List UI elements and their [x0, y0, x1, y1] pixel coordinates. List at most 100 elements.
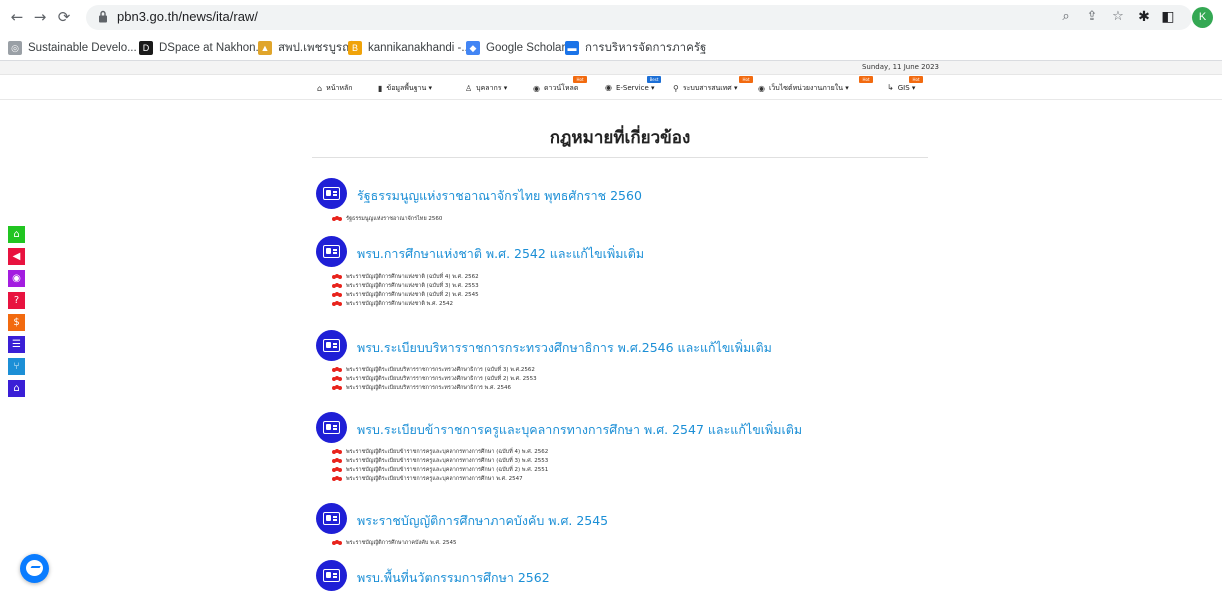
id-card-icon	[316, 503, 347, 534]
network-icon: ⚲	[673, 84, 679, 93]
section-title[interactable]: พรบ.การศึกษาแห่งชาติ พ.ศ. 2542 และแก้ไขเ…	[357, 244, 644, 264]
temple-icon: ▲	[258, 41, 272, 55]
document-link[interactable]: พระราชบัญญัติระเบียบข้าราชการครูและบุคลา…	[332, 475, 523, 483]
nav-item-eservice[interactable]: Best ◉ E-Service ▾	[605, 76, 661, 92]
id-card-icon	[316, 330, 347, 361]
gov-icon: ▬	[565, 41, 579, 55]
document-people-icon	[332, 301, 342, 307]
document-link[interactable]: พระราชบัญญัติระเบียบข้าราชการครูและบุคลา…	[332, 466, 548, 474]
document-link[interactable]: พระราชบัญญัติระเบียบข้าราชการครูและบุคลา…	[332, 448, 548, 456]
document-people-icon	[332, 376, 342, 382]
hot-badge: Hot	[859, 76, 873, 83]
document-link[interactable]: พระราชบัญญัติการศึกษาแห่งชาติ (ฉบับที่ 2…	[332, 291, 479, 299]
bookmark-item[interactable]: ▬ การบริหารจัดการภาครัฐ	[565, 39, 706, 57]
hot-badge: Hot	[739, 76, 753, 83]
page-title: กฎหมายที่เกี่ยวข้อง	[549, 128, 691, 148]
dollar-icon[interactable]: $	[8, 314, 25, 331]
lock-icon	[99, 10, 107, 23]
url-text[interactable]: pbn3.go.th/news/ita/raw/	[117, 9, 258, 24]
hot-badge: Hot	[573, 76, 587, 83]
bookmark-item[interactable]: ◆ Google Scholar	[466, 39, 565, 57]
nav-item-information-system[interactable]: Hot ⚲ ระบบสารสนเทศ ▾	[673, 76, 753, 94]
nav-item-personnel[interactable]: ♙ บุคลากร ▾	[465, 83, 507, 94]
document-people-icon	[332, 458, 342, 464]
map-pin-icon: ↳	[887, 83, 894, 92]
id-card-icon	[316, 412, 347, 443]
document-people-icon	[332, 449, 342, 455]
section-title[interactable]: พรบ.พื้นที่นวัตกรรมการศึกษา 2562	[357, 568, 550, 588]
bookmark-star-icon[interactable]: ☆	[1110, 9, 1126, 25]
back-icon[interactable]: ←	[8, 8, 26, 26]
messenger-icon	[26, 560, 43, 576]
nav-item-download[interactable]: Hot ◉ ดาวน์โหลด	[533, 76, 587, 94]
megaphone-icon[interactable]: ◀	[8, 248, 25, 265]
home-icon: ⌂	[317, 84, 323, 93]
bookmark-item[interactable]: D DSpace at Nakhon...	[139, 39, 265, 57]
un-globe-icon: ◎	[8, 41, 22, 55]
building-icon[interactable]: ⌂	[8, 380, 25, 397]
extensions-puzzle-icon[interactable]: ✱	[1136, 9, 1152, 25]
side-panel-icon[interactable]: ◧	[1160, 9, 1176, 25]
document-link[interactable]: พระราชบัญญัติระเบียบบริหารราชการกระทรวงศ…	[332, 384, 511, 392]
question-icon[interactable]: ?	[8, 292, 25, 309]
person-icon: ♙	[465, 84, 473, 93]
bookmark-item[interactable]: ▲ สพป.เพชรบูรณ์	[258, 39, 353, 57]
id-card-icon	[316, 560, 347, 591]
section-title[interactable]: พรบ.ระเบียบข้าราชการครูและบุคลากรทางการศ…	[357, 420, 802, 440]
site-date: Sunday, 11 June 2023	[861, 63, 939, 71]
nav-item-internal-sites[interactable]: Hot ◉ เว็บไซต์หน่วยงานภายใน ▾	[758, 76, 873, 94]
scholar-icon: ◆	[466, 41, 480, 55]
document-people-icon	[332, 367, 342, 373]
document-link[interactable]: พระราชบัญญัติระเบียบบริหารราชการกระทรวงศ…	[332, 366, 535, 374]
globe-icon: ◉	[758, 84, 765, 93]
profile-avatar[interactable]: K	[1192, 7, 1213, 28]
reload-icon[interactable]: ⟳	[55, 8, 73, 26]
share-icon[interactable]: ⇪	[1084, 9, 1100, 25]
site-top-bar: Sunday, 11 June 2023	[0, 61, 1222, 75]
title-divider	[312, 157, 928, 158]
document-link[interactable]: พระราชบัญญัติการศึกษาแห่งชาติ (ฉบับที่ 3…	[332, 282, 479, 290]
messenger-chat-button[interactable]	[20, 554, 49, 583]
id-card-icon	[316, 236, 347, 267]
eye-icon[interactable]: ◉	[8, 270, 25, 287]
flow-icon[interactable]: ⑂	[8, 358, 25, 375]
document-link[interactable]: พระราชบัญญัติการศึกษาแห่งชาติ (ฉบับที่ 4…	[332, 273, 479, 281]
document-people-icon	[332, 540, 342, 546]
best-badge: Best	[647, 76, 661, 83]
nav-item-basic-info[interactable]: ▮ ข้อมูลพื้นฐาน ▾	[378, 83, 432, 94]
document-link[interactable]: พระราชบัญญัติระเบียบบริหารราชการกระทรวงศ…	[332, 375, 537, 383]
nav-item-home[interactable]: ⌂ หน้าหลัก	[317, 83, 353, 94]
site-nav: ⌂ หน้าหลัก ▮ ข้อมูลพื้นฐาน ▾ ♙ บุคลากร ▾…	[0, 75, 1222, 100]
document-people-icon	[332, 283, 342, 289]
document-people-icon	[332, 292, 342, 298]
eservice-icon: ◉	[605, 83, 612, 92]
address-bar[interactable]: pbn3.go.th/news/ita/raw/ ⌕ ⇪ ☆	[86, 5, 1192, 30]
dspace-icon: D	[139, 41, 153, 55]
nav-item-gis[interactable]: Hot ↳ GIS ▾	[887, 76, 923, 92]
document-people-icon	[332, 216, 342, 222]
document-people-icon	[332, 274, 342, 280]
id-card-icon	[316, 178, 347, 209]
section-title[interactable]: รัฐธรรมนูญแห่งราชอาณาจักรไทย พุทธศักราช …	[357, 186, 642, 206]
download-icon: ◉	[533, 84, 540, 93]
document-link[interactable]: พระราชบัญญัติระเบียบข้าราชการครูและบุคลา…	[332, 457, 548, 465]
browser-toolbar: ← → ⟳ pbn3.go.th/news/ita/raw/ ⌕ ⇪ ☆ ✱ ◧…	[0, 0, 1222, 35]
document-people-icon	[332, 476, 342, 482]
document-people-icon	[332, 385, 342, 391]
section-title[interactable]: พระราชบัญญัติการศึกษาภาคบังคับ พ.ศ. 2545	[357, 511, 608, 531]
forward-icon[interactable]: →	[31, 8, 49, 26]
document-link[interactable]: พระราชบัญญัติการศึกษาแห่งชาติ พ.ศ. 2542	[332, 300, 453, 308]
document-people-icon	[332, 467, 342, 473]
home-icon[interactable]: ⌂	[8, 226, 25, 243]
hot-badge: Hot	[909, 76, 923, 83]
zoom-icon[interactable]: ⌕	[1058, 9, 1074, 25]
blogger-icon: B	[348, 41, 362, 55]
section-title[interactable]: พรบ.ระเบียบบริหารราชการกระทรวงศึกษาธิการ…	[357, 338, 772, 358]
document-link[interactable]: รัฐธรรมนูญแห่งราชอาณาจักรไทย 2560	[332, 215, 442, 223]
bookmark-item[interactable]: B kannikanakhandi -...	[348, 39, 471, 57]
book-icon: ▮	[378, 84, 383, 93]
document-link[interactable]: พระราชบัญญัติการศึกษาภาคบังคับ พ.ศ. 2545	[332, 539, 457, 547]
bookmarks-bar: ◎ Sustainable Develo... D DSpace at Nakh…	[0, 35, 1222, 61]
list-icon[interactable]: ☰	[8, 336, 25, 353]
bookmark-item[interactable]: ◎ Sustainable Develo...	[8, 39, 137, 57]
